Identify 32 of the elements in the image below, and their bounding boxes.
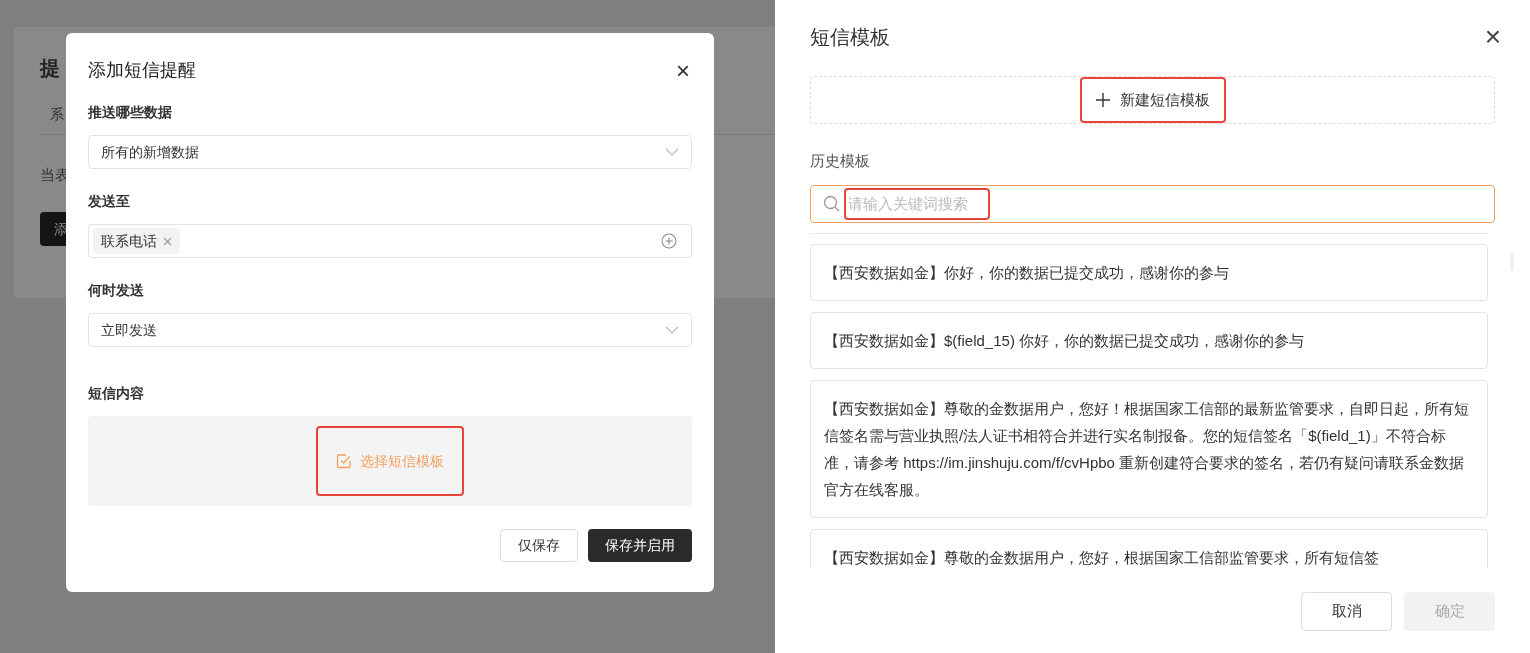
- template-card[interactable]: 【西安数据如金】你好，你的数据已提交成功，感谢你的参与: [810, 243, 1488, 301]
- page-title: 提: [40, 56, 60, 81]
- close-button[interactable]: ×: [1484, 23, 1501, 51]
- new-template-button[interactable]: 新建短信模板: [1079, 77, 1226, 123]
- select-field[interactable]: 所有的新增数据: [88, 135, 692, 169]
- search-icon: [823, 195, 840, 212]
- field-label: 何时发送: [88, 281, 145, 300]
- field-label: 推送哪些数据: [88, 103, 173, 122]
- chevron-icon: [665, 326, 679, 334]
- save-enable-button[interactable]: 保存并启用: [588, 529, 692, 562]
- modal-title: 添加短信提醒: [88, 59, 196, 82]
- field-label: 短信内容: [88, 384, 145, 403]
- search-input[interactable]: 请输入关键词搜索: [844, 187, 990, 220]
- select-field[interactable]: 立即发送: [88, 313, 692, 347]
- recipient-field[interactable]: 联系电话: [88, 224, 692, 258]
- page-tab[interactable]: 系: [50, 104, 64, 125]
- field-label: 发送至: [88, 192, 131, 211]
- template-card[interactable]: 【西安数据如金】$(field_15) 你好，你的数据已提交成功，感谢你的参与: [810, 311, 1488, 369]
- remove-icon[interactable]: [163, 236, 172, 246]
- section-label: 历史模板: [810, 151, 871, 171]
- save-button[interactable]: 仅保存: [500, 529, 578, 562]
- template-card[interactable]: 【西安数据如金】尊敬的金数据用户，您好，根据国家工信部监管要求，所有短信签: [810, 528, 1488, 568]
- chevron-icon: [665, 148, 679, 156]
- template-card[interactable]: 【西安数据如金】尊敬的金数据用户，您好！根据国家工信部的最新监管要求，自即日起，所有短信签名需与营业执照/法人证书相符合并进行实名制报备。您的短信签名「$(field_1)」不符合标准，请参考 https://im.jinshuju.com/f/cvHpbo 重新创建符合要求的签名，若仍有疑问请联系金数据官方在线客服。: [810, 379, 1488, 518]
- add-circle-icon[interactable]: [661, 233, 677, 249]
- close-button[interactable]: ×: [676, 58, 690, 83]
- drawer-title: 短信模板: [810, 25, 890, 50]
- cancel-button[interactable]: 取消: [1301, 591, 1392, 631]
- plus-icon: [1095, 93, 1110, 107]
- recipient-tag[interactable]: 联系电话: [93, 228, 180, 254]
- checkbox-icon: [336, 453, 352, 469]
- search-field[interactable]: 请输入关键词搜索: [810, 184, 1495, 223]
